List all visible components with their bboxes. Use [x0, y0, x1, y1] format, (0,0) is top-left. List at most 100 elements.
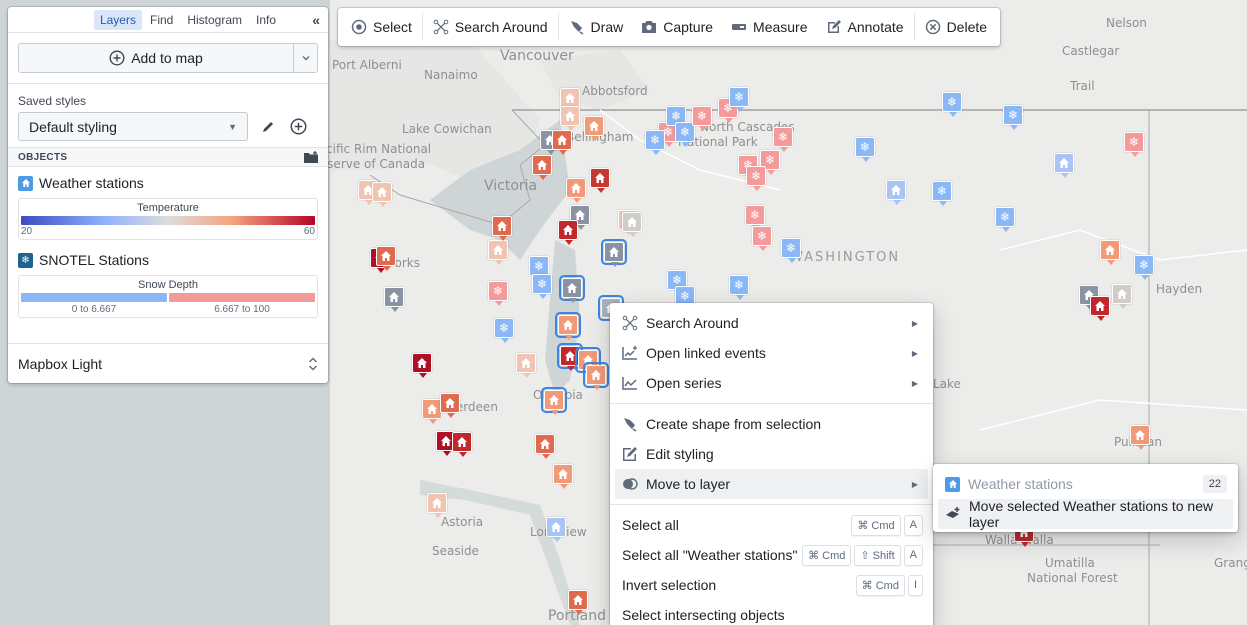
basemap-select[interactable]: Mapbox Light	[8, 343, 328, 383]
weather-station-marker[interactable]	[1112, 284, 1132, 309]
weather-station-marker[interactable]	[488, 240, 508, 265]
weather-station-marker[interactable]	[452, 432, 472, 457]
weather-station-marker[interactable]	[590, 168, 610, 193]
saved-styles-select[interactable]: Default styling ▼	[18, 112, 248, 141]
weather-station-marker[interactable]	[583, 362, 609, 390]
weather-station-marker[interactable]	[427, 493, 447, 518]
snotel-station-marker[interactable]: ❄	[746, 166, 766, 191]
temperature-legend: Temperature 20 60	[18, 198, 318, 240]
snotel-station-marker[interactable]: ❄	[1124, 132, 1144, 157]
weather-station-marker[interactable]	[555, 312, 581, 340]
weather-station-marker[interactable]	[601, 239, 627, 267]
weather-station-marker[interactable]	[560, 106, 580, 131]
key-cmd: ⌘ Cmd	[851, 514, 901, 536]
weather-station-marker[interactable]	[535, 434, 555, 459]
submenu-item-move-to-new-layer[interactable]: Move selected Weather stations to new la…	[938, 498, 1233, 530]
weather-station-marker[interactable]	[532, 155, 552, 180]
draw-button[interactable]: Draw	[560, 12, 633, 42]
annotate-button[interactable]: Annotate	[817, 12, 913, 42]
menu-item-select-intersecting[interactable]: Select intersecting objects	[615, 600, 928, 625]
snotel-station-marker[interactable]: ❄	[488, 281, 508, 306]
tab-layers[interactable]: Layers	[93, 9, 142, 30]
weather-station-marker[interactable]	[558, 220, 578, 245]
weather-station-marker[interactable]	[372, 182, 392, 207]
menu-item-edit-styling[interactable]: Edit styling	[615, 439, 928, 469]
snotel-station-marker[interactable]: ❄	[645, 130, 665, 155]
weather-station-marker[interactable]	[886, 180, 906, 205]
key-i: I	[907, 574, 923, 596]
menu-item-invert-selection[interactable]: Invert selection ⌘ Cmd I	[615, 570, 928, 600]
weather-station-marker[interactable]	[560, 88, 580, 113]
add-to-map-button[interactable]: Add to map	[19, 44, 293, 72]
snotel-station-marker[interactable]: ❄	[745, 205, 765, 230]
weather-station-marker[interactable]	[440, 393, 460, 418]
snotel-station-marker[interactable]: ❄	[729, 87, 749, 112]
weather-station-marker[interactable]	[541, 387, 567, 415]
add-to-map-dropdown[interactable]	[293, 44, 317, 72]
weather-station-marker[interactable]	[1130, 425, 1150, 450]
weather-station-marker[interactable]	[376, 246, 396, 271]
weather-station-marker[interactable]	[622, 212, 642, 237]
add-style-button[interactable]	[288, 117, 308, 137]
snotel-station-marker[interactable]: ❄	[932, 181, 952, 206]
tab-find[interactable]: Find	[144, 10, 179, 30]
weather-station-marker[interactable]	[492, 216, 512, 241]
search-around-button[interactable]: Search Around	[424, 12, 557, 42]
menu-item-move-to-layer[interactable]: Move to layer ▶	[615, 469, 928, 499]
snotel-station-marker[interactable]: ❄	[494, 318, 514, 343]
weather-station-marker[interactable]	[1090, 296, 1110, 321]
snotel-station-marker[interactable]: ❄	[773, 127, 793, 152]
weather-station-marker[interactable]	[384, 287, 404, 312]
layer-title[interactable]: ❄ SNOTEL Stations	[18, 252, 318, 268]
weather-station-marker[interactable]	[559, 275, 585, 303]
submenu-item-label: Weather stations	[968, 476, 1073, 492]
weather-station-marker[interactable]	[552, 130, 572, 155]
measure-button[interactable]: Measure	[722, 12, 816, 42]
snotel-station-marker[interactable]: ❄	[729, 275, 749, 300]
select-button[interactable]: Select	[342, 12, 421, 42]
map-label: Astoria	[441, 515, 484, 529]
snotel-station-marker[interactable]: ❄	[529, 256, 549, 281]
snotel-station-marker[interactable]: ❄	[752, 226, 772, 251]
snowflake-icon: ❄	[492, 284, 504, 298]
snow-depth-legend: Snow Depth 0 to 6.667 6.667 to 100	[18, 275, 318, 318]
layer-title[interactable]: Weather stations	[18, 175, 318, 191]
snotel-station-marker[interactable]: ❄	[942, 92, 962, 117]
weather-station-marker[interactable]	[584, 116, 604, 141]
delete-button[interactable]: Delete	[916, 12, 996, 42]
weather-station-marker[interactable]	[557, 343, 583, 371]
menu-item-search-around[interactable]: Search Around ▶	[615, 308, 928, 338]
tab-histogram[interactable]: Histogram	[181, 10, 248, 30]
layer-weather-stations: Weather stations Temperature 20 60	[8, 167, 328, 240]
capture-button[interactable]: Capture	[632, 12, 722, 42]
snotel-station-marker[interactable]: ❄	[1003, 105, 1023, 130]
weather-station-marker[interactable]	[568, 590, 588, 615]
weather-station-marker[interactable]	[412, 353, 432, 378]
toolbar-divider	[913, 13, 915, 41]
new-folder-icon[interactable]	[304, 151, 318, 163]
weather-station-marker[interactable]	[422, 399, 442, 424]
weather-station-marker[interactable]	[1100, 240, 1120, 265]
menu-item-label: Create shape from selection	[646, 416, 822, 432]
map-label: Reserve of Canada	[312, 157, 426, 171]
snotel-station-marker[interactable]: ❄	[532, 274, 552, 299]
weather-station-marker[interactable]	[553, 464, 573, 489]
menu-item-open-series[interactable]: Open series ▶	[615, 368, 928, 398]
double-chevron-left-icon[interactable]: «	[312, 12, 320, 28]
menu-item-create-shape[interactable]: Create shape from selection	[615, 409, 928, 439]
weather-station-marker[interactable]	[1054, 153, 1074, 178]
weather-station-marker[interactable]	[546, 517, 566, 542]
annotate-label: Annotate	[847, 19, 904, 35]
tab-info[interactable]: Info	[250, 10, 282, 30]
weather-station-marker[interactable]	[516, 353, 536, 378]
snotel-station-marker[interactable]: ❄	[855, 137, 875, 162]
snotel-station-marker[interactable]: ❄	[692, 106, 712, 131]
menu-item-select-all[interactable]: Select all ⌘ Cmd A	[615, 510, 928, 540]
snotel-station-marker[interactable]: ❄	[1134, 255, 1154, 280]
snotel-station-marker[interactable]: ❄	[995, 207, 1015, 232]
snotel-station-marker[interactable]: ❄	[781, 238, 801, 263]
weather-station-marker[interactable]	[566, 178, 586, 203]
menu-item-open-linked-events[interactable]: Open linked events ▶	[615, 338, 928, 368]
menu-item-select-all-weather-stations[interactable]: Select all "Weather stations" ⌘ Cmd ⇧ Sh…	[615, 540, 928, 570]
edit-style-button[interactable]	[258, 117, 278, 137]
